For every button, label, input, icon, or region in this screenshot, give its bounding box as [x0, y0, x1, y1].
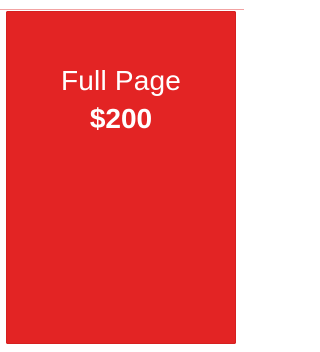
full-page-ad-card: Full Page $200	[6, 11, 236, 344]
ad-price: $200	[89, 103, 153, 134]
top-divider	[0, 9, 244, 10]
ad-size-title: Full Page	[60, 65, 182, 96]
ad-pricing-card-frame: Full Page $200	[0, 0, 244, 352]
